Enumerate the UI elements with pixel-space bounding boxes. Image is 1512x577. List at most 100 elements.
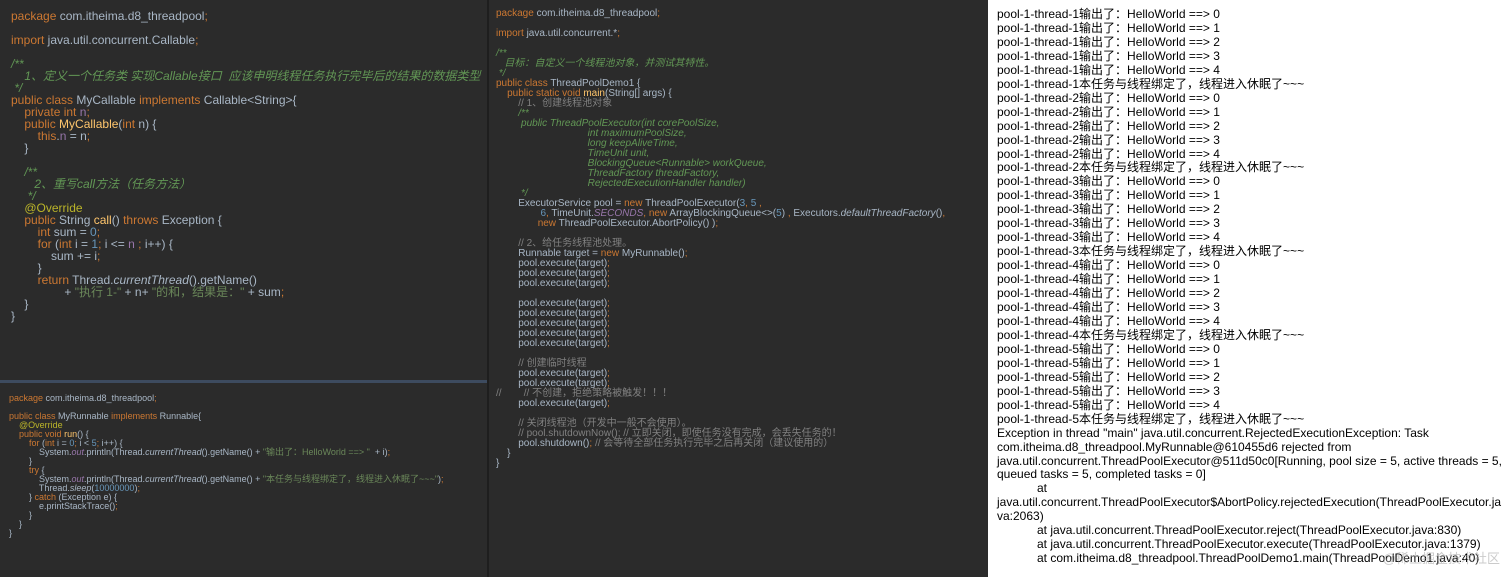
code-line: public ThreadPoolExecutor(int corePoolSi… [496,118,720,129]
code-line: System.out.println(Thread.currentThread(… [9,474,444,484]
code-line: for (int i = 0; i < 5; i++) { [29,438,123,448]
code-line: pool.execute(target); [496,268,610,279]
code-line: */ [496,188,528,199]
console-line: pool-1-thread-2输出了：HelloWorld ==> 0 [997,90,1220,105]
console-line: pool-1-thread-5输出了：HelloWorld ==> 1 [997,355,1220,370]
code-line: } [9,456,33,466]
code-line: @Override [19,420,63,430]
code-line: pool.execute(target); [496,258,610,269]
code-line: 2、重写call方法（任务方法） [11,177,192,191]
console-line: java.util.concurrent.ThreadPoolExecutor@… [997,453,1502,468]
code-line: pool.execute(target); [496,338,610,349]
code-line: */ [496,68,506,79]
threadpooldemo1-editor-pane[interactable]: package com.itheima.d8_threadpool; impor… [489,0,988,577]
code-line: } [11,141,29,155]
code-line: } [9,510,33,520]
code-line: 6, TimeUnit.SECONDS, new ArrayBlockingQu… [540,208,946,219]
console-line: pool-1-thread-4本任务与线程绑定了，线程进入休眠了~~~ [997,327,1305,342]
code-line: package com.itheima.d8_threadpool; [11,9,208,23]
code-line: RejectedExecutionHandler handler) [496,178,746,189]
code-line: public static void main(String[] args) { [507,88,672,99]
console-line: pool-1-thread-1输出了：HelloWorld ==> 2 [997,34,1220,49]
code-line: // 创建临时线程 [518,358,587,369]
code-line: } [11,297,29,311]
code-line: // // 不创建，拒绝策略被触发！！！ [496,388,673,399]
code-line: public class MyRunnable implements Runna… [9,411,202,421]
code-line: } [11,309,16,323]
console-line: com.itheima.d8_threadpool.MyRunnable@610… [997,439,1352,454]
watermark: @稀土掘金技术社区 [1382,551,1500,566]
console-line: pool-1-thread-2输出了：HelloWorld ==> 3 [997,132,1220,147]
myrunnable-editor-pane[interactable]: package com.itheima.d8_threadpool; publi… [0,383,487,577]
code-line: Runnable target = new MyRunnable(); [496,248,688,259]
console-line: pool-1-thread-5输出了：HelloWorld ==> 2 [997,369,1220,384]
code-line: } [496,458,500,469]
code-line: import java.util.concurrent.*; [496,28,620,39]
code-block-myrunnable[interactable]: package com.itheima.d8_threadpool; publi… [9,393,487,538]
code-line: pool.execute(target); [496,378,610,389]
code-line: TimeUnit unit, [496,148,650,159]
console-line: at [997,481,1048,496]
code-line: } catch (Exception e) { [9,492,118,502]
console-line: Exception in thread "main" java.util.con… [997,425,1429,440]
code-line: public class ThreadPoolDemo1 { [496,78,641,89]
mycallable-editor-pane[interactable]: package com.itheima.d8_threadpool; impor… [0,0,487,380]
code-line: /** [496,108,529,119]
code-line: } [496,448,511,459]
code-line: this.n = n; [37,129,91,143]
code-line: // 2、给任务线程池处理。 [518,238,633,249]
code-line: BlockingQueue<Runnable> workQueue, [496,158,767,169]
console-output-pane[interactable]: pool-1-thread-1输出了：HelloWorld ==> 0 pool-… [988,0,1512,577]
code-block-threadpooldemo1[interactable]: package com.itheima.d8_threadpool; impor… [496,8,988,469]
code-line: ExecutorService pool = new ThreadPoolExe… [496,198,762,209]
code-line: package com.itheima.d8_threadpool; [496,8,661,19]
code-line: pool.execute(target); [496,298,610,309]
code-line: // pool.shutdownNow(); // 立即关闭，即使任务没有完成，… [518,428,842,439]
code-line: package com.itheima.d8_threadpool; [9,393,157,403]
console-line: pool-1-thread-1输出了：HelloWorld ==> 4 [997,62,1220,77]
console-line: pool-1-thread-5输出了：HelloWorld ==> 3 [997,383,1220,398]
code-line: + "执行 1-" + n+ "的和，结果是：" + sum; [11,285,285,299]
code-line: long keepAliveTime, [496,138,678,149]
console-line: pool-1-thread-1输出了：HelloWorld ==> 0 [997,7,1220,21]
code-line: ThreadFactory threadFactory, [496,168,720,179]
console-line: va:2063) [997,509,1044,524]
console-line: pool-1-thread-1本任务与线程绑定了，线程进入休眠了~~~ [997,76,1305,91]
code-line: } [9,519,23,529]
code-line: System.out.println(Thread.currentThread(… [9,447,391,457]
code-line: int maximumPoolSize, [496,128,687,139]
code-line: pool.execute(target); [496,328,610,339]
console-line: at java.util.concurrent.ThreadPoolExecut… [997,523,1462,538]
code-line: 目标：自定义一个线程池对象，并测试其特性。 [496,58,715,69]
console-line: pool-1-thread-4输出了：HelloWorld ==> 2 [997,286,1220,301]
code-block-mycallable[interactable]: package com.itheima.d8_threadpool; impor… [11,9,487,323]
console-line: pool-1-thread-4输出了：HelloWorld ==> 3 [997,300,1220,315]
code-line: try { [29,465,45,475]
code-line: new ThreadPoolExecutor.AbortPolicy() ); [537,218,719,229]
code-line: // 关闭线程池（开发中一般不会使用）。 [518,418,692,429]
code-line: pool.execute(target); [496,318,610,329]
code-line: e.printStackTrace(); [9,501,118,511]
code-line: // 1、创建线程池对象 [518,98,613,109]
console-line: java.util.concurrent.ThreadPoolExecutor$… [997,495,1502,510]
console-output[interactable]: pool-1-thread-1输出了：HelloWorld ==> 0 pool-… [997,7,1512,566]
code-line: pool.execute(target); [496,278,610,289]
code-line: 1、定义一个任务类 实现Callable接口 应该申明线程任务执行完毕后的结果的… [11,69,481,83]
code-line: public void run() { [19,429,89,439]
console-line: pool-1-thread-5本任务与线程绑定了，线程进入休眠了~~~ [997,411,1305,426]
console-line: pool-1-thread-4输出了：HelloWorld ==> 4 [997,313,1220,328]
console-line: pool-1-thread-4输出了：HelloWorld ==> 1 [997,272,1220,287]
console-line: pool-1-thread-5输出了：HelloWorld ==> 0 [997,341,1220,356]
code-line: /** [496,48,507,59]
console-line: pool-1-thread-5输出了：HelloWorld ==> 4 [997,397,1220,412]
code-line: Thread.sleep(10000000); [9,483,140,493]
